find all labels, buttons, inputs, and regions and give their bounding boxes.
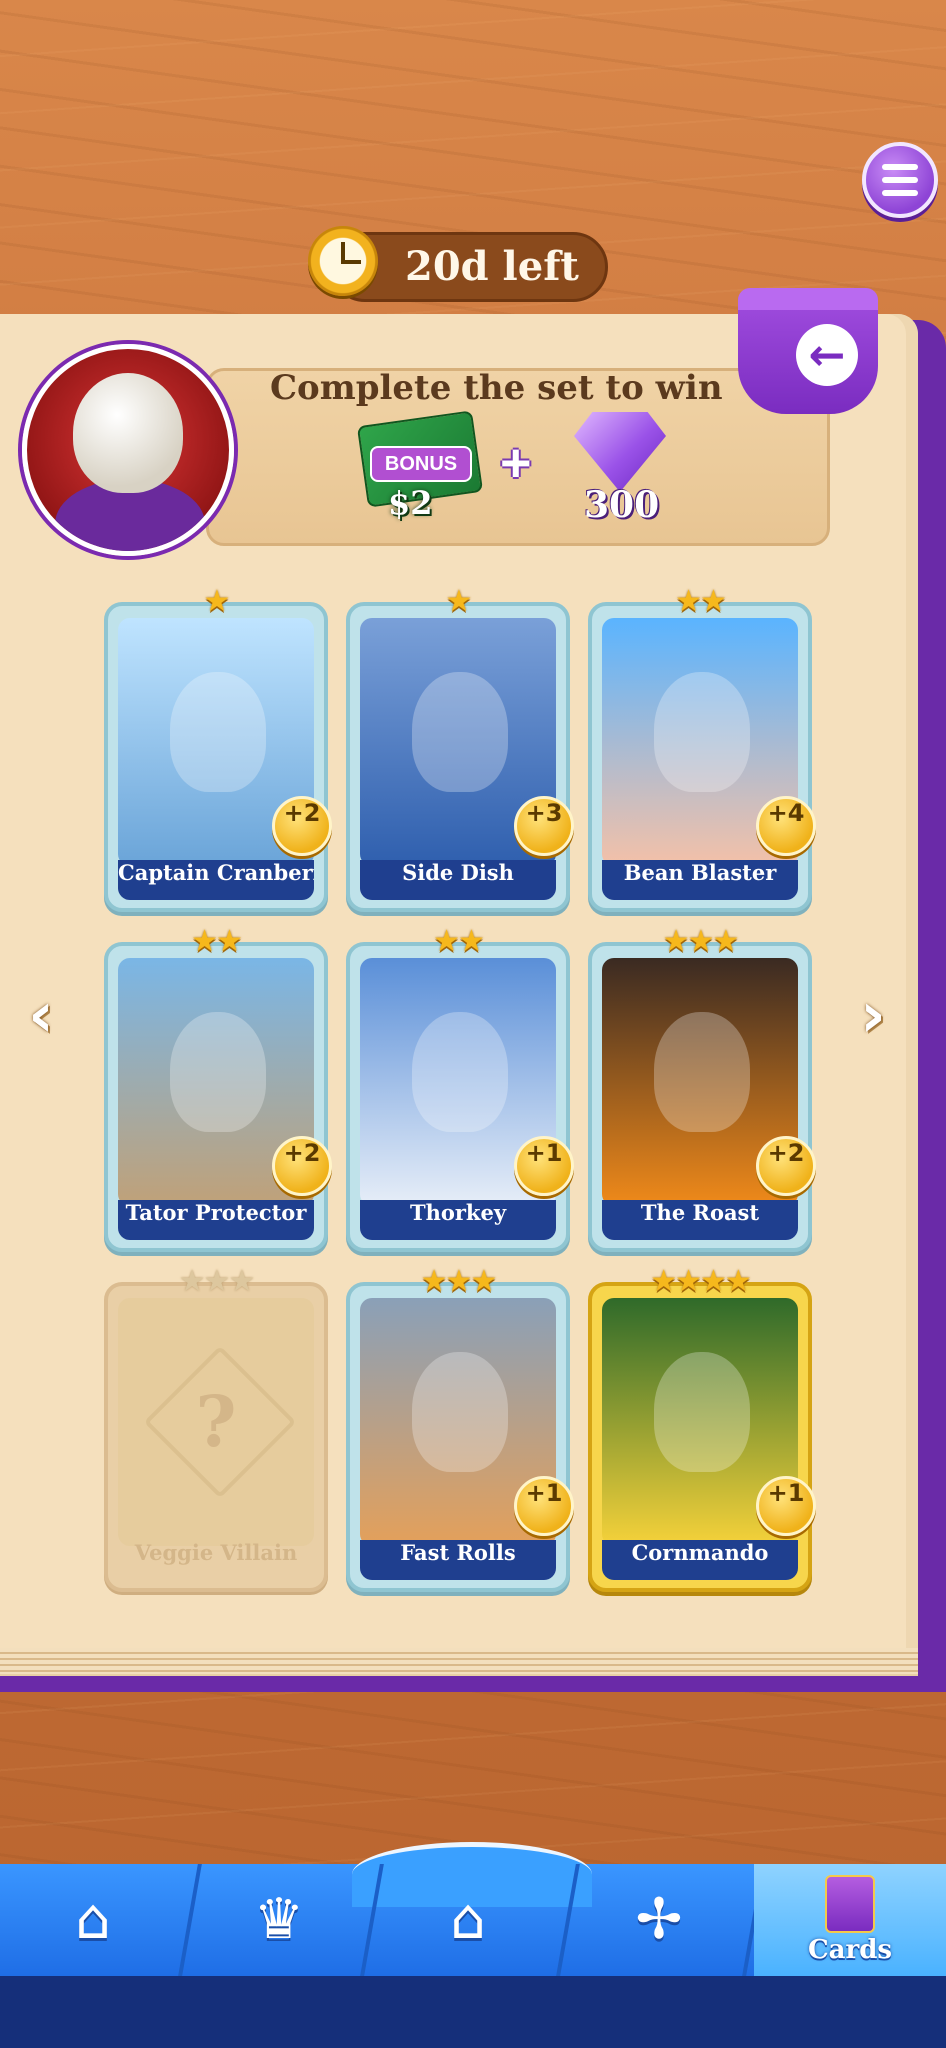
character-figure — [170, 1012, 266, 1132]
page-edges — [0, 1648, 918, 1674]
windmill-icon: ✢ — [635, 1887, 683, 1952]
collection-card[interactable]: ★ Side Dish +3 — [346, 584, 574, 912]
card-stars: ★★★ — [178, 1264, 256, 1299]
character-figure — [412, 1012, 508, 1132]
duplicate-count-badge: +2 — [272, 796, 332, 856]
menu-line-icon — [882, 177, 918, 183]
bottom-safe-area — [0, 1976, 946, 2048]
card-album-icon — [825, 1875, 875, 1933]
character-figure — [654, 1352, 750, 1472]
menu-button[interactable] — [862, 142, 938, 218]
chevron-left-icon: ‹ — [28, 977, 54, 1051]
reward-title: Complete the set to win — [270, 368, 723, 408]
timer-text: 20d left — [405, 243, 579, 290]
character-figure — [654, 1012, 750, 1132]
question-mark-icon: ? — [195, 1380, 237, 1463]
duplicate-count-badge: +4 — [756, 796, 816, 856]
shop-icon: ⌂ — [75, 1887, 111, 1952]
chevron-right-icon: › — [860, 977, 886, 1051]
card-stars: ★★ — [675, 584, 727, 619]
bonus-label: BONUS — [370, 446, 472, 482]
duplicate-count-badge: +3 — [514, 796, 574, 856]
back-button[interactable]: ← — [796, 324, 858, 386]
character-figure — [412, 1352, 508, 1472]
previous-page-button[interactable]: ‹ — [14, 978, 68, 1051]
tab-cards-label: Cards — [807, 1935, 893, 1965]
collection-card[interactable]: ★★ Bean Blaster +4 — [588, 584, 816, 912]
character-figure — [654, 672, 750, 792]
card-name: Captain Cranberry — [118, 860, 314, 900]
card-stars: ★ — [203, 584, 231, 619]
character-figure — [170, 672, 266, 792]
cash-amount: $2 — [388, 484, 433, 522]
tab-cards[interactable]: Cards — [754, 1864, 946, 1976]
back-ribbon-tab — [738, 288, 878, 310]
back-arrow-icon: ← — [808, 329, 846, 381]
collection-card[interactable]: ★★★ Fast Rolls +1 — [346, 1264, 574, 1592]
garlic-villain-icon — [73, 373, 183, 493]
duplicate-count-badge: +1 — [756, 1476, 816, 1536]
card-name: Thorkey — [360, 1200, 556, 1240]
duplicate-count-badge: +1 — [514, 1476, 574, 1536]
collection-card[interactable]: ★★ Tator Protector +2 — [104, 924, 332, 1252]
card-stars: ★★★ — [420, 1264, 498, 1299]
card-name: Side Dish — [360, 860, 556, 900]
tab-shop[interactable]: ⌂ — [0, 1864, 186, 1976]
duplicate-count-badge: +2 — [272, 1136, 332, 1196]
next-page-button[interactable]: › — [846, 978, 900, 1051]
collection-card[interactable]: ★ Captain Cranberry+2 — [104, 584, 332, 912]
trophy-icon: ♛ — [253, 1887, 305, 1952]
collection-card[interactable]: ★★★★ Cornmando +1 — [588, 1264, 816, 1592]
tab-leaderboard[interactable]: ♛ — [190, 1864, 368, 1976]
collection-card[interactable]: ★★ Thorkey +1 — [346, 924, 574, 1252]
card-name: Cornmando — [602, 1540, 798, 1580]
locked-card[interactable]: ★★★? Veggie Villain — [104, 1264, 328, 1592]
card-stars: ★★★★ — [650, 1264, 752, 1299]
tab-build[interactable]: ✢ — [568, 1864, 750, 1976]
card-name: Fast Rolls — [360, 1540, 556, 1580]
card-stars: ★★ — [191, 924, 243, 959]
collection-card[interactable]: ★★★ The Roast +2 — [588, 924, 816, 1252]
card-stars: ★★★ — [662, 924, 740, 959]
card-stars: ★ — [445, 584, 473, 619]
locked-card-art: ? — [118, 1298, 314, 1546]
duplicate-count-badge: +2 — [756, 1136, 816, 1196]
card-name: Bean Blaster — [602, 860, 798, 900]
menu-line-icon — [882, 164, 918, 170]
card-name: Tator Protector — [118, 1200, 314, 1240]
duplicate-count-badge: +1 — [514, 1136, 574, 1196]
card-stars: ★★ — [433, 924, 485, 959]
set-avatar — [22, 344, 234, 556]
menu-line-icon — [882, 190, 918, 196]
stopwatch-icon — [308, 226, 378, 296]
card-name: Veggie Villain — [134, 1540, 298, 1565]
plus-sign: + — [500, 433, 532, 493]
gem-amount: 300 — [584, 484, 660, 526]
character-figure — [412, 672, 508, 792]
tab-home[interactable]: ⌂ — [372, 1864, 564, 1976]
home-icon: ⌂ — [450, 1887, 486, 1952]
card-name: The Roast — [602, 1200, 798, 1240]
